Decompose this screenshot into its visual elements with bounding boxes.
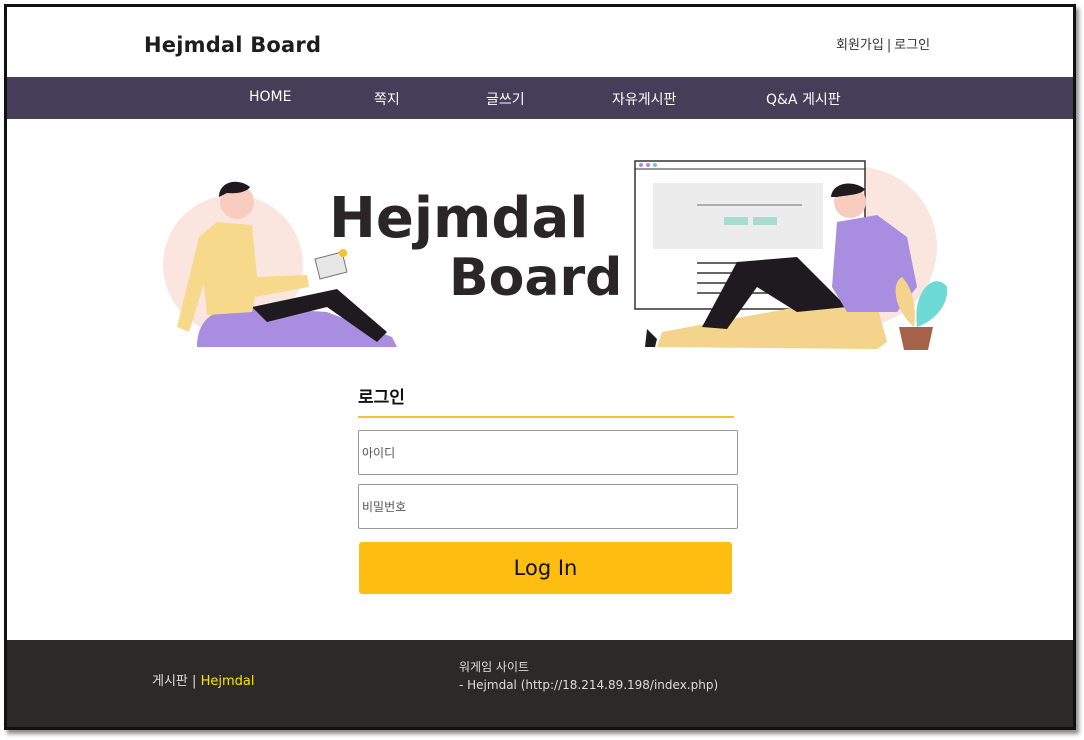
username-input[interactable] bbox=[358, 430, 738, 475]
nav-item-free-board[interactable]: 자유게시판 bbox=[612, 89, 676, 109]
account-links: 회원가입 | 로그인 bbox=[836, 34, 930, 53]
hero-title-line2: Board bbox=[449, 248, 622, 308]
footer-board-label: 게시판 | Hejmdal bbox=[152, 670, 254, 689]
login-button[interactable]: Log In bbox=[359, 542, 732, 594]
nav-item-message[interactable]: 쪽지 bbox=[374, 89, 400, 109]
nav-item-qna-board[interactable]: Q&A 게시판 bbox=[766, 89, 841, 109]
footer-site-info: 워게임 사이트 - Hejmdal (http://18.214.89.198/… bbox=[459, 658, 718, 694]
footer-site-link[interactable]: - Hejmdal (http://18.214.89.198/index.ph… bbox=[459, 676, 718, 694]
nav-item-home[interactable]: HOME bbox=[249, 89, 291, 105]
hero-title-line1: Hejmdal bbox=[329, 186, 588, 251]
site-footer: 게시판 | Hejmdal 워게임 사이트 - Hejmdal (http://… bbox=[7, 640, 1073, 727]
login-title: 로그인 bbox=[358, 383, 734, 418]
password-input[interactable] bbox=[358, 484, 738, 529]
footer-separator: | bbox=[192, 674, 197, 689]
login-form: 로그인 Log In bbox=[358, 383, 738, 594]
footer-brand: Hejmdal bbox=[200, 674, 255, 689]
footer-site-title: 워게임 사이트 bbox=[459, 660, 530, 674]
site-header: Hejmdal Board 회원가입 | 로그인 bbox=[7, 7, 1073, 77]
link-separator: | bbox=[886, 38, 892, 53]
login-link[interactable]: 로그인 bbox=[894, 38, 930, 53]
main-nav: HOME 쪽지 글쓰기 자유게시판 Q&A 게시판 bbox=[7, 77, 1073, 119]
signup-link[interactable]: 회원가입 bbox=[836, 38, 884, 53]
hero-banner: Hejmdal Board bbox=[157, 147, 957, 352]
site-logo[interactable]: Hejmdal Board bbox=[144, 33, 321, 57]
hero-illustration: Hejmdal Board bbox=[163, 160, 948, 350]
footer-label: 게시판 bbox=[152, 674, 188, 689]
nav-item-write[interactable]: 글쓰기 bbox=[486, 89, 525, 109]
laptop-person-illustration bbox=[634, 160, 948, 350]
browser-frame: Hejmdal Board 회원가입 | 로그인 HOME 쪽지 글쓰기 자유게시판… bbox=[4, 4, 1076, 730]
